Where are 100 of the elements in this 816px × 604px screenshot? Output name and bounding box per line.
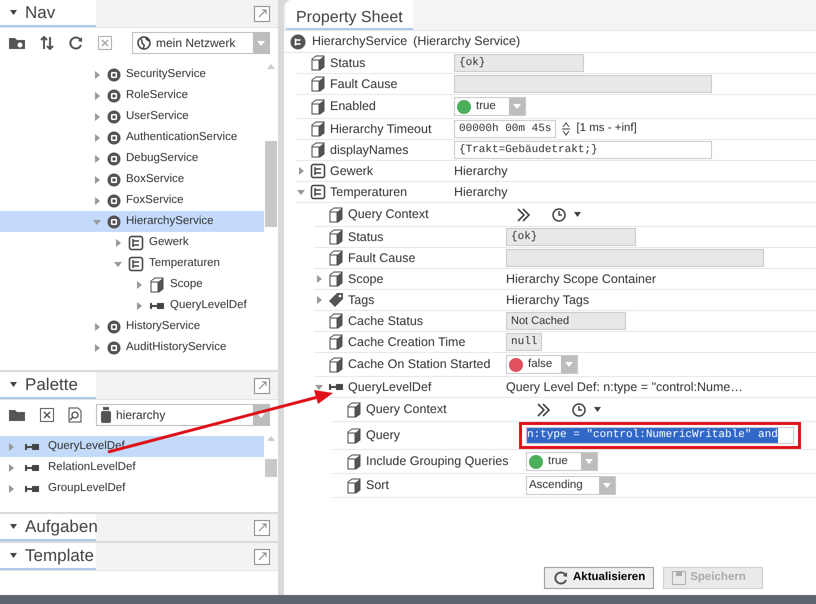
module-dropdown[interactable]: hierarchy <box>96 404 270 426</box>
expand-arrow-icon[interactable] <box>92 70 102 80</box>
dropdown-arrow-icon[interactable] <box>257 412 265 418</box>
maximize-icon[interactable] <box>254 6 270 22</box>
refresh-icon <box>553 570 569 586</box>
caret-icon[interactable] <box>10 524 17 529</box>
expand-arrow-icon[interactable] <box>113 238 123 248</box>
cube-icon <box>346 454 362 470</box>
expand-arrow-icon[interactable] <box>92 90 102 100</box>
expand-arrow-icon[interactable] <box>314 274 324 284</box>
tree-item[interactable]: DebugService <box>0 148 264 169</box>
folder-add-icon[interactable] <box>8 36 26 50</box>
scroll-up-icon[interactable] <box>267 64 275 69</box>
expand-arrow-icon[interactable] <box>92 342 102 352</box>
expand-arrow-icon[interactable] <box>296 166 306 176</box>
close-icon[interactable] <box>40 408 54 422</box>
cube-icon <box>328 229 344 245</box>
property-label: displayNames <box>330 142 409 159</box>
search-icon[interactable] <box>68 407 82 423</box>
pane-title: Template <box>25 544 94 567</box>
expand-arrow-icon[interactable] <box>314 295 324 305</box>
tree-item[interactable]: AuthenticationService <box>0 127 264 148</box>
maximize-icon[interactable] <box>254 520 270 536</box>
tree-item[interactable]: RoleService <box>0 85 264 106</box>
pane-title-tab[interactable]: Aufgaben <box>0 514 96 541</box>
cube-icon <box>328 356 344 372</box>
pane-title: Nav <box>25 2 56 24</box>
service-icon <box>107 110 121 124</box>
tree-item[interactable]: SecurityService <box>0 64 264 85</box>
property-value: Hierarchy <box>454 184 508 201</box>
caret-icon[interactable] <box>10 553 17 558</box>
tree-item[interactable]: Temperaturen <box>0 253 264 274</box>
clock-icon[interactable] <box>552 208 566 222</box>
refresh-icon[interactable] <box>68 35 84 51</box>
scrollbar-thumb[interactable] <box>265 141 277 227</box>
collapse-arrow-icon[interactable] <box>296 187 306 197</box>
property-label: Scope <box>348 270 384 288</box>
palette-item[interactable]: GroupLevelDef <box>0 478 264 499</box>
collapse-arrow-icon[interactable] <box>314 382 324 392</box>
palette-item[interactable]: QueryLevelDef <box>0 436 264 457</box>
property-label: Query <box>366 427 400 444</box>
tree-item[interactable]: HistoryService <box>0 316 264 337</box>
boolean-dropdown[interactable]: false <box>506 355 578 374</box>
pane-title-tab[interactable]: Nav <box>0 0 96 27</box>
cube-icon <box>310 55 326 71</box>
tree-item[interactable]: UserService <box>0 106 264 127</box>
boolean-dropdown[interactable]: true <box>454 97 526 116</box>
property-label: Fault Cause <box>348 250 416 267</box>
boolean-dropdown[interactable]: true <box>526 452 598 471</box>
property-label: Status <box>348 228 384 246</box>
tree-item[interactable]: Scope <box>0 274 264 295</box>
maximize-icon[interactable] <box>254 378 270 394</box>
hierarchy-icon <box>128 256 144 272</box>
pane-title-tab[interactable]: Template <box>0 543 96 570</box>
property-sheet-tab[interactable]: Property Sheet <box>286 0 413 30</box>
caret-icon[interactable] <box>574 212 581 217</box>
pane-title-tab[interactable]: Palette <box>0 372 96 399</box>
property-label: Hierarchy Timeout <box>330 120 432 138</box>
tree-item[interactable]: FoxService <box>0 190 264 211</box>
input-field[interactable]: {Trakt=Gebäudetrakt;} <box>454 141 712 159</box>
property-label: Cache Creation Time <box>348 334 466 351</box>
expand-arrow-icon[interactable] <box>6 484 16 494</box>
double-chevron-icon[interactable] <box>516 208 530 222</box>
network-dropdown[interactable]: mein Netzwerk <box>132 32 270 54</box>
maximize-icon[interactable] <box>254 548 270 564</box>
expand-arrow-icon[interactable] <box>92 154 102 164</box>
tree-item[interactable]: AuditHistoryService <box>0 337 264 358</box>
refresh-button[interactable]: Aktualisieren <box>544 567 654 589</box>
expand-arrow-icon[interactable] <box>6 442 16 452</box>
tree-item[interactable]: QueryLevelDef <box>0 295 264 316</box>
expand-arrow-icon[interactable] <box>92 174 102 184</box>
expand-arrow-icon[interactable] <box>134 300 144 310</box>
double-chevron-icon[interactable] <box>536 402 550 416</box>
expand-arrow-icon[interactable] <box>92 112 102 122</box>
sort-icon[interactable] <box>40 36 54 50</box>
expand-arrow-icon[interactable] <box>92 132 102 142</box>
clock-icon[interactable] <box>572 402 586 416</box>
cube-icon <box>310 142 326 158</box>
tree-item[interactable]: Gewerk <box>0 232 264 253</box>
tree-item[interactable]: BoxService <box>0 169 264 190</box>
property-label: Fault Cause <box>330 76 398 93</box>
query-field[interactable]: n:type = "control:NumericWritable" and <box>526 427 794 444</box>
caret-icon[interactable] <box>10 382 17 387</box>
caret-icon[interactable] <box>594 407 601 412</box>
folder-icon[interactable] <box>8 408 26 422</box>
property-label: Status <box>330 54 366 72</box>
scrollbar-thumb[interactable] <box>265 459 277 477</box>
expand-arrow-icon[interactable] <box>134 280 144 290</box>
tree-item[interactable]: HierarchyService <box>0 211 264 232</box>
expand-arrow-icon[interactable] <box>92 322 102 332</box>
scroll-up-icon[interactable] <box>267 436 275 441</box>
caret-icon[interactable] <box>10 10 17 15</box>
expand-arrow-icon[interactable] <box>92 196 102 206</box>
pane-title: Palette <box>25 374 78 396</box>
sort-dropdown[interactable]: Ascending <box>526 476 616 495</box>
duration-field[interactable]: 00000h 00m 45s <box>454 120 556 138</box>
palette-item[interactable]: RelationLevelDef <box>0 457 264 478</box>
property-value: Hierarchy Tags <box>506 292 590 309</box>
expand-arrow-icon[interactable] <box>6 462 16 472</box>
spinner-icon[interactable] <box>562 122 570 136</box>
